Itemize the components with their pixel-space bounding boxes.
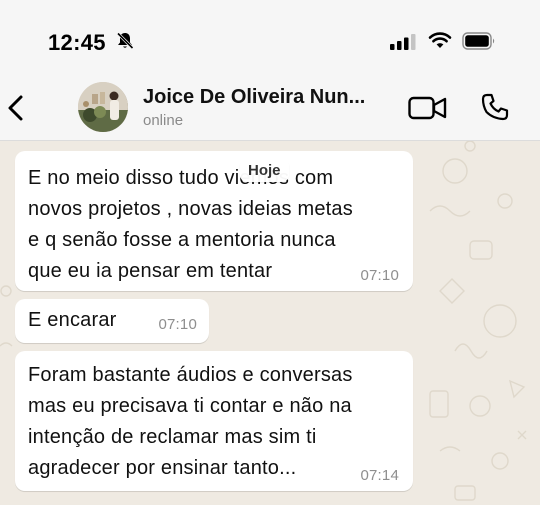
message-time: 07:10 — [158, 316, 197, 333]
video-call-button[interactable] — [408, 94, 448, 127]
battery-icon — [462, 32, 496, 55]
message-bubble[interactable]: E no meio disso tudo viemos com novos pr… — [15, 151, 413, 291]
avatar[interactable] — [78, 82, 128, 132]
clock: 12:45 — [48, 30, 106, 55]
message-text: E no meio disso tudo viemos com novos pr… — [28, 167, 353, 282]
wifi-icon — [428, 31, 452, 54]
message-time: 07:14 — [360, 467, 399, 484]
back-button[interactable] — [4, 90, 32, 126]
voice-call-button[interactable] — [480, 92, 510, 127]
message-bubble[interactable]: E encarar 07:10 — [15, 299, 209, 343]
cellular-signal-icon — [390, 34, 416, 55]
contact-status: online — [143, 112, 184, 129]
chat-area[interactable]: E no meio disso tudo viemos com novos pr… — [0, 141, 540, 505]
video-camera-icon — [408, 96, 447, 120]
status-bar: 12:45 — [0, 0, 540, 76]
message-time: 07:10 — [360, 267, 399, 284]
date-divider: Hoje — [240, 159, 289, 182]
bell-off-icon — [115, 31, 135, 56]
contact-name[interactable]: Joice De Oliveira Nun... — [143, 86, 365, 109]
phone-icon — [481, 93, 509, 121]
message-text: E encarar — [28, 309, 117, 331]
message-bubble[interactable]: Foram bastante áudios e conversas mas eu… — [15, 351, 413, 491]
chat-header: Joice De Oliveira Nun... online — [0, 76, 540, 141]
message-text: Foram bastante áudios e conversas mas eu… — [28, 364, 353, 479]
